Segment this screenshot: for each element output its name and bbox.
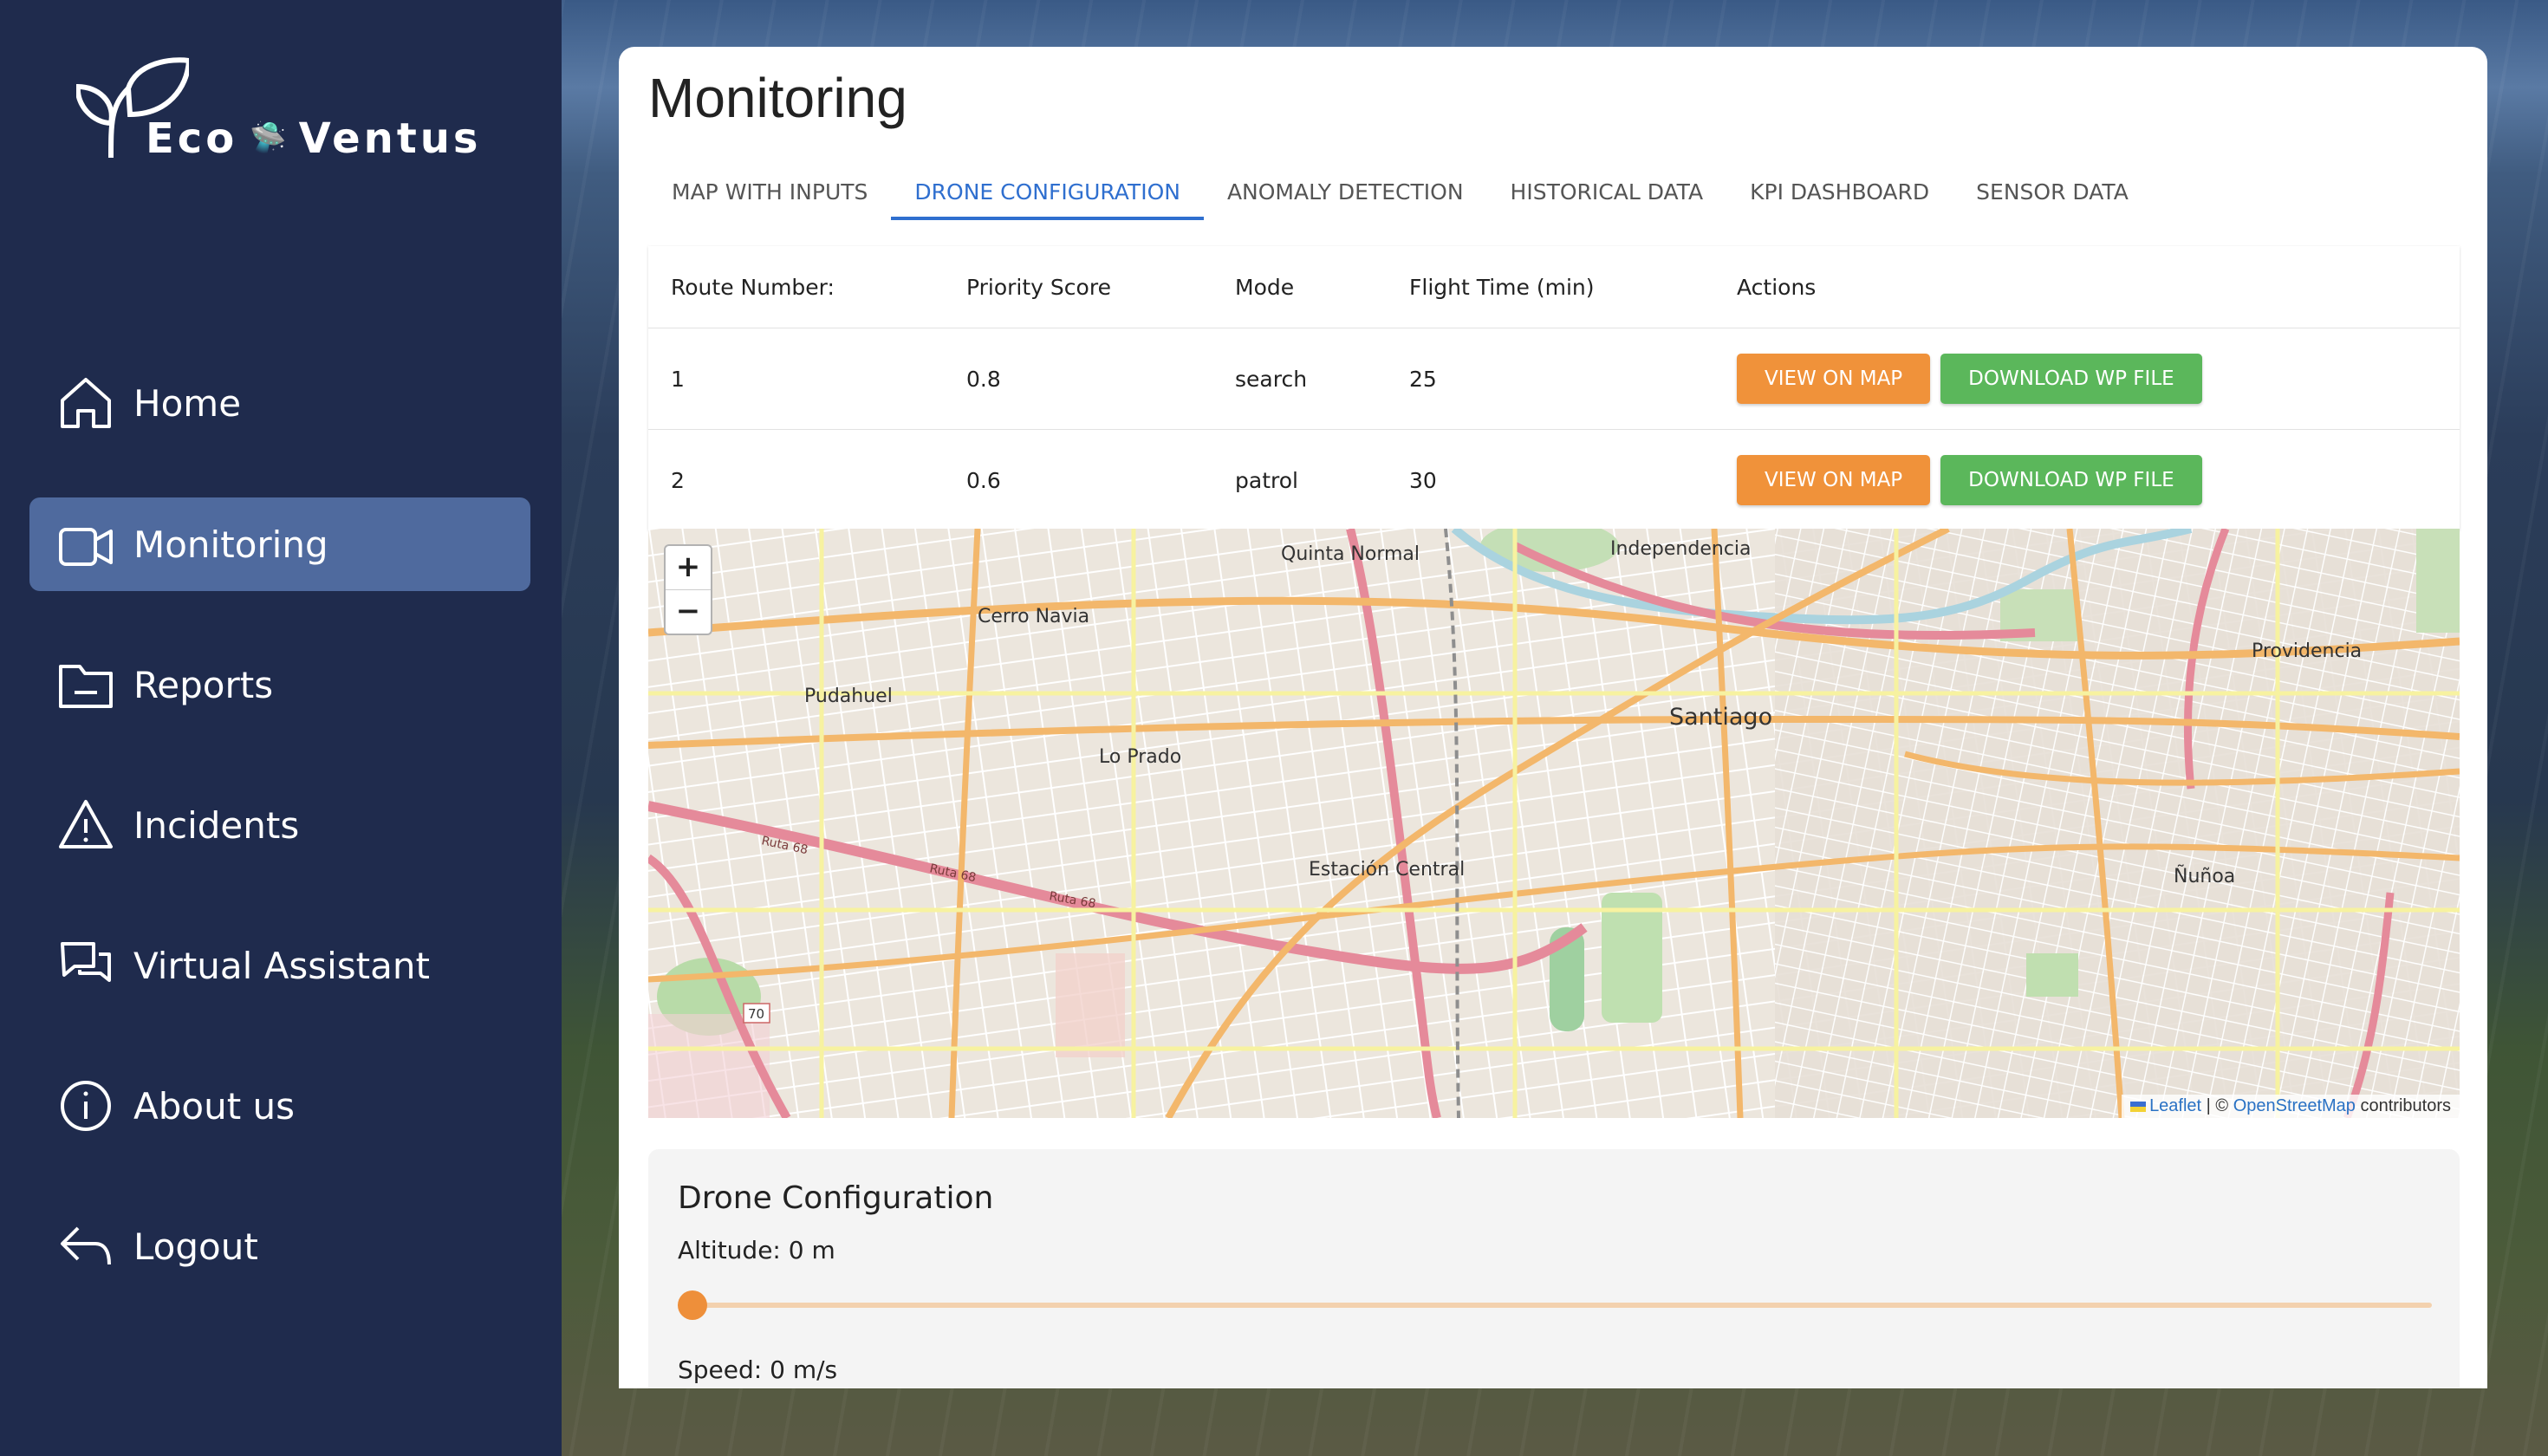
tab-map-with-inputs[interactable]: MAP WITH INPUTS bbox=[648, 166, 891, 220]
tab-sensor-data[interactable]: SENSOR DATA bbox=[1953, 166, 2152, 220]
speed-label: Speed: 0 m/s bbox=[678, 1355, 838, 1384]
sidebar: Eco 🛸 Ventus Home Monitoring Reports Incid… bbox=[0, 0, 562, 1456]
altitude-slider[interactable] bbox=[678, 1288, 2432, 1323]
nav-label-logout: Logout bbox=[133, 1225, 258, 1268]
column-header: Route Number: bbox=[671, 274, 835, 300]
download-wp-file-button[interactable]: DOWNLOAD WP FILE bbox=[1940, 354, 2202, 404]
zoom-in-button[interactable]: + bbox=[666, 546, 711, 589]
map-label: Santiago bbox=[1669, 704, 1772, 731]
tab-anomaly-detection[interactable]: ANOMALY DETECTION bbox=[1204, 166, 1487, 220]
column-header: Mode bbox=[1235, 274, 1295, 300]
map-label: Independencia bbox=[1610, 538, 1752, 560]
table-header-row: Route Number: Priority Score Mode Flight… bbox=[648, 246, 2460, 328]
map-zoom-control: + − bbox=[664, 544, 712, 635]
altitude-label: Altitude: 0 m bbox=[678, 1236, 835, 1264]
logout-icon bbox=[55, 1216, 116, 1277]
map-attribution: Leaflet | © OpenStreetMap contributors bbox=[2122, 1095, 2460, 1118]
chat-icon bbox=[55, 935, 116, 996]
background-bottom bbox=[619, 1388, 2487, 1456]
nav-label-incidents: Incidents bbox=[133, 803, 300, 847]
info-icon bbox=[55, 1076, 116, 1136]
nav-label-about-us: About us bbox=[133, 1084, 296, 1128]
ukraine-flag-icon bbox=[2130, 1101, 2147, 1112]
tab-kpi-dashboard[interactable]: KPI DASHBOARD bbox=[1726, 166, 1953, 220]
main-card: Monitoring MAP WITH INPUTS DRONE CONFIGU… bbox=[619, 47, 2487, 1388]
config-title: Drone Configuration bbox=[678, 1180, 994, 1216]
folder-icon bbox=[55, 654, 116, 715]
actions-cell: VIEW ON MAP DOWNLOAD WP FILE bbox=[1714, 354, 2460, 404]
tab-bar: MAP WITH INPUTS DRONE CONFIGURATION ANOM… bbox=[648, 166, 2152, 220]
nav-item-home[interactable]: Home bbox=[29, 356, 530, 450]
attribution-separator: | © bbox=[2201, 1096, 2233, 1115]
drone-configuration-panel: Drone Configuration Altitude: 0 m Speed:… bbox=[648, 1149, 2460, 1388]
column-header: Actions bbox=[1737, 274, 1817, 300]
column-header: Flight Time (min) bbox=[1409, 274, 1595, 300]
map-label: Lo Prado bbox=[1099, 746, 1181, 768]
map-tiles: Quinta Normal Independencia Cerro Navia … bbox=[648, 529, 2460, 1118]
nav-label-virtual-assistant: Virtual Assistant bbox=[133, 944, 430, 987]
warning-icon bbox=[55, 795, 116, 855]
camera-icon bbox=[55, 514, 116, 575]
map-view[interactable]: Quinta Normal Independencia Cerro Navia … bbox=[648, 529, 2460, 1118]
slider-thumb[interactable] bbox=[678, 1290, 707, 1320]
nav-label-monitoring: Monitoring bbox=[133, 523, 328, 566]
page-title: Monitoring bbox=[648, 67, 907, 129]
nav-item-about-us[interactable]: About us bbox=[29, 1059, 530, 1153]
column-header: Priority Score bbox=[966, 274, 1111, 300]
download-wp-file-button[interactable]: DOWNLOAD WP FILE bbox=[1940, 455, 2202, 505]
view-on-map-button[interactable]: VIEW ON MAP bbox=[1737, 354, 1931, 404]
map-label: Ñuñoa bbox=[2174, 864, 2235, 887]
map-label: 70 bbox=[748, 1006, 764, 1022]
nav-item-reports[interactable]: Reports bbox=[29, 638, 530, 731]
attribution-suffix: contributors bbox=[2355, 1096, 2451, 1115]
routes-table: Route Number: Priority Score Mode Flight… bbox=[648, 246, 2460, 530]
drone-icon: 🛸 bbox=[250, 120, 287, 155]
tab-historical-data[interactable]: HISTORICAL DATA bbox=[1487, 166, 1727, 220]
view-on-map-button[interactable]: VIEW ON MAP bbox=[1737, 455, 1931, 505]
flight-time-cell: 25 bbox=[1409, 366, 1437, 392]
nav-item-incidents[interactable]: Incidents bbox=[29, 778, 530, 872]
map-label: Estación Central bbox=[1309, 859, 1465, 881]
nav-label-home: Home bbox=[133, 381, 242, 425]
map-label: Pudahuel bbox=[804, 686, 893, 707]
nav-label-reports: Reports bbox=[133, 663, 274, 706]
openstreetmap-link[interactable]: OpenStreetMap bbox=[2233, 1096, 2356, 1115]
map-label: Quinta Normal bbox=[1281, 543, 1420, 565]
priority-score-cell: 0.8 bbox=[966, 366, 1001, 392]
leaflet-link[interactable]: Leaflet bbox=[2149, 1096, 2201, 1115]
mode-cell: search bbox=[1235, 366, 1308, 392]
eco-ventus-logo[interactable]: Eco 🛸 Ventus bbox=[76, 54, 492, 175]
map-label: Cerro Navia bbox=[978, 606, 1089, 627]
zoom-out-button[interactable]: − bbox=[666, 589, 711, 634]
brand-name-part2: Ventus bbox=[298, 114, 482, 163]
home-icon bbox=[55, 373, 116, 433]
table-row: 1 0.8 search 25 VIEW ON MAP DOWNLOAD WP F… bbox=[648, 328, 2460, 430]
table-row: 2 0.6 patrol 30 VIEW ON MAP DOWNLOAD WP F… bbox=[648, 430, 2460, 530]
nav-item-logout[interactable]: Logout bbox=[29, 1199, 530, 1293]
map-label: Providencia bbox=[2252, 640, 2362, 662]
brand-name-part1: Eco bbox=[146, 114, 238, 163]
nav-item-virtual-assistant[interactable]: Virtual Assistant bbox=[29, 919, 530, 1012]
priority-score-cell: 0.6 bbox=[966, 467, 1001, 493]
actions-cell: VIEW ON MAP DOWNLOAD WP FILE bbox=[1714, 455, 2460, 505]
mode-cell: patrol bbox=[1235, 467, 1298, 493]
route-number-cell: 1 bbox=[671, 366, 685, 392]
tab-drone-configuration[interactable]: DRONE CONFIGURATION bbox=[891, 166, 1204, 220]
slider-track bbox=[678, 1303, 2432, 1308]
nav-item-monitoring[interactable]: Monitoring bbox=[29, 497, 530, 591]
flight-time-cell: 30 bbox=[1409, 467, 1437, 493]
route-number-cell: 2 bbox=[671, 467, 685, 493]
